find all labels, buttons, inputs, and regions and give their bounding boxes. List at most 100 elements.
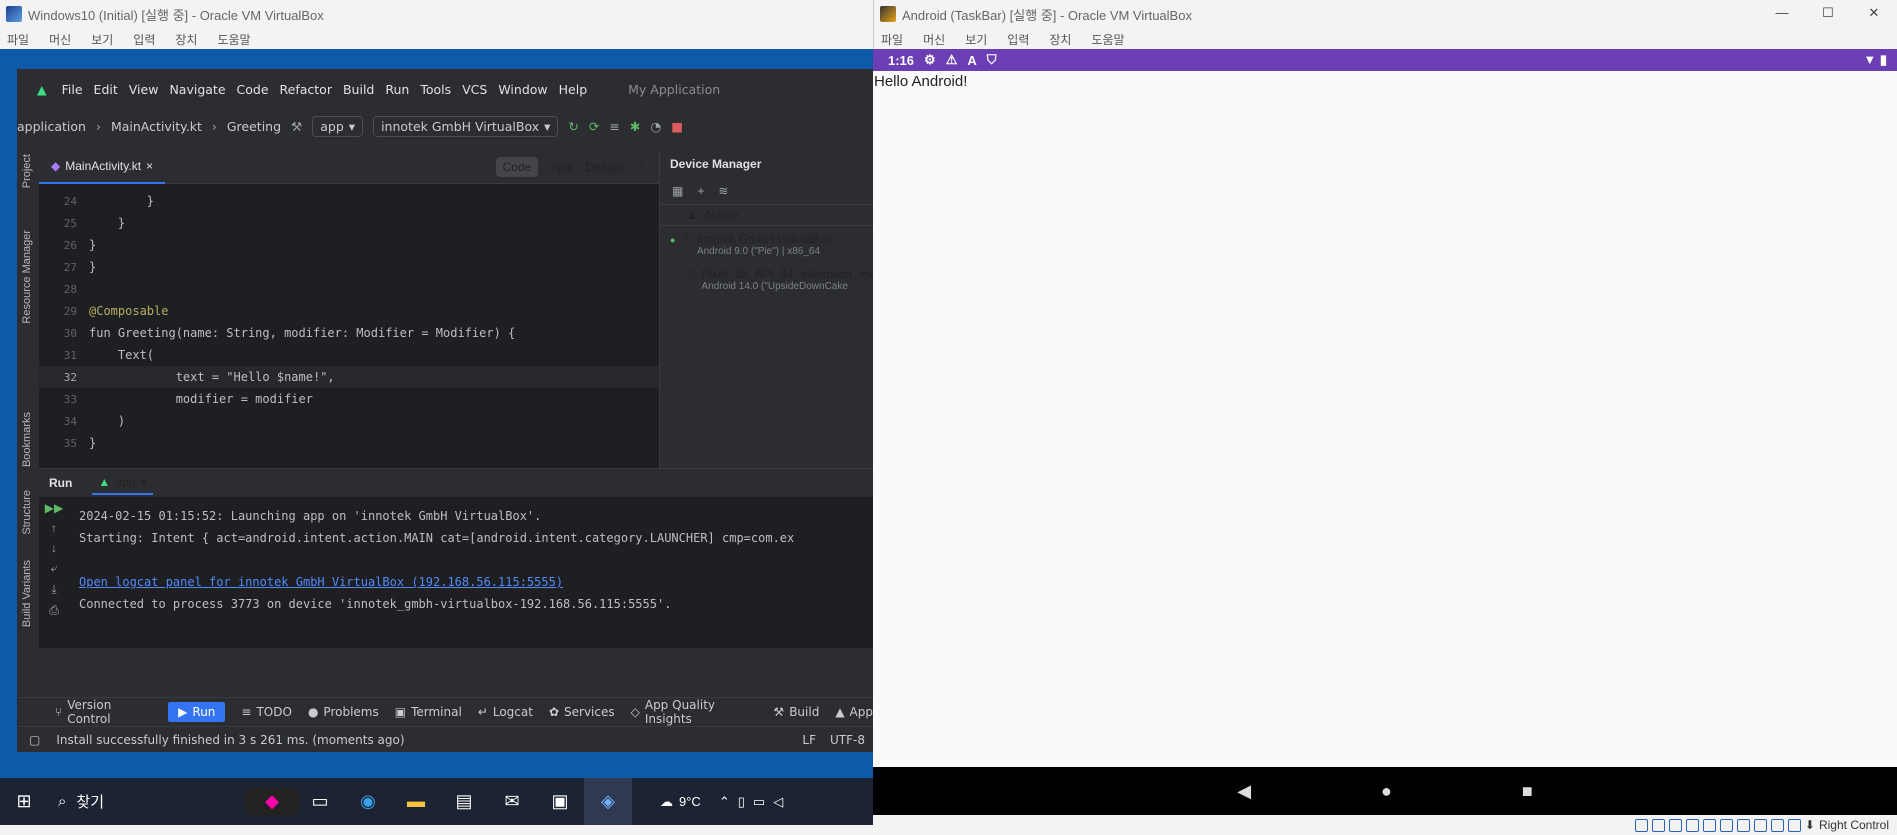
start-icon[interactable]: ⊞ (0, 778, 48, 825)
scroll-end-icon[interactable]: ⤓ (51, 582, 56, 597)
hammer-icon[interactable]: ⚒ (291, 119, 302, 134)
tool-run[interactable]: ▶ Run (168, 702, 226, 722)
audio-icon[interactable] (1668, 818, 1682, 832)
tool-build[interactable]: ⚒ Build (773, 705, 819, 719)
tool-terminal[interactable]: ▣ Terminal (395, 705, 462, 719)
stop-icon[interactable]: ■ (671, 119, 683, 134)
network-icon[interactable]: ▭ (753, 794, 765, 810)
studio-menu-window[interactable]: Window (498, 82, 547, 97)
status-encoding[interactable]: UTF-8 (830, 733, 865, 747)
status-line-separator[interactable]: LF (802, 733, 816, 747)
cpu-icon[interactable] (1770, 818, 1784, 832)
tray-app-icon[interactable]: ▯ (738, 794, 745, 810)
chevron-up-icon[interactable]: ⌃ (719, 794, 730, 810)
close-icon[interactable]: × (146, 159, 153, 173)
breadcrumb-function[interactable]: Greeting (227, 119, 281, 134)
studio-menu-refactor[interactable]: Refactor (280, 82, 332, 97)
debug-icon[interactable]: ✱ (630, 119, 640, 134)
terminal-icon[interactable]: ▣ (536, 778, 584, 825)
profile-icon[interactable]: ◔ (650, 119, 661, 134)
tool-project[interactable]: Project (21, 154, 33, 188)
tool-app-quality[interactable]: ◇ App Quality Insights (631, 698, 758, 726)
mode-split[interactable]: Split (550, 160, 573, 174)
menu-devices[interactable]: 장치 (1049, 31, 1071, 48)
tool-version-control[interactable]: ⑂ Version Control (55, 698, 152, 726)
wifi-icon[interactable]: ≋ (718, 184, 728, 198)
studio-menu-code[interactable]: Code (237, 82, 269, 97)
android-studio-taskbar-icon[interactable]: ◈ (584, 778, 632, 825)
tool-app[interactable]: ▲ App (835, 705, 873, 719)
studio-menu-vcs[interactable]: VCS (462, 82, 487, 97)
studio-menu-view[interactable]: View (129, 82, 159, 97)
task-view-icon[interactable]: ▭ (296, 778, 344, 825)
device-row[interactable]: ▯ Pixel_3a_API_34_extension_leve Android… (660, 257, 873, 292)
scroll-down-icon[interactable]: ↓ (51, 541, 57, 555)
close-icon[interactable]: ✕ (1851, 0, 1897, 28)
usb-icon[interactable] (1702, 818, 1716, 832)
device-selector[interactable]: innotek GmbH VirtualBox ▾ (373, 115, 559, 137)
menu-input[interactable]: 입력 (133, 31, 155, 48)
menu-input[interactable]: 입력 (1007, 31, 1029, 48)
list-icon[interactable]: ≡ (609, 119, 619, 134)
tool-structure[interactable]: Structure (21, 490, 33, 535)
panel-toggle-icon[interactable]: ▢ (29, 733, 40, 747)
home-icon[interactable]: ● (1381, 781, 1392, 802)
grid-icon[interactable]: ▦ (672, 184, 683, 198)
apply-changes-icon[interactable]: ⟳ (589, 119, 599, 134)
run-tab-app[interactable]: ▲ app × (92, 471, 154, 495)
scroll-up-icon[interactable]: ↑ (51, 521, 57, 535)
hdd-icon[interactable] (1634, 818, 1648, 832)
menu-machine[interactable]: 머신 (923, 31, 945, 48)
menu-file[interactable]: 파일 (881, 31, 903, 48)
menu-view[interactable]: 보기 (965, 31, 987, 48)
optical-icon[interactable] (1651, 818, 1665, 832)
menu-view[interactable]: 보기 (91, 31, 113, 48)
menu-devices[interactable]: 장치 (175, 31, 197, 48)
display-icon[interactable] (1736, 818, 1750, 832)
recording-icon[interactable] (1753, 818, 1767, 832)
studio-menu-edit[interactable]: Edit (94, 82, 118, 97)
volume-icon[interactable]: ◁ (773, 794, 783, 810)
print-icon[interactable]: ⎙ (49, 603, 59, 618)
rerun-icon[interactable]: ↻ (568, 119, 578, 134)
soft-wrap-icon[interactable]: ⤶ (51, 561, 58, 576)
studio-menu-run[interactable]: Run (385, 82, 409, 97)
minimize-icon[interactable]: — (1759, 0, 1805, 28)
mode-code[interactable]: Code (495, 156, 539, 177)
recents-icon[interactable]: ■ (1522, 781, 1533, 802)
studio-menu-help[interactable]: Help (559, 82, 588, 97)
network-icon[interactable] (1685, 818, 1699, 832)
breadcrumb-file[interactable]: MainActivity.kt (111, 119, 202, 134)
tool-resource-manager[interactable]: Resource Manager (21, 230, 33, 324)
menu-machine[interactable]: 머신 (49, 31, 71, 48)
tool-problems[interactable]: ● Problems (308, 705, 379, 719)
close-icon[interactable]: × (140, 475, 147, 489)
more-vert-icon[interactable]: ⋮ (635, 160, 647, 174)
menu-help[interactable]: 도움말 (1091, 31, 1124, 48)
studio-menu-navigate[interactable]: Navigate (169, 82, 225, 97)
weather-widget[interactable]: ☁ 9°C (660, 794, 701, 810)
add-icon[interactable]: + (697, 184, 704, 198)
breadcrumb-project[interactable]: application (17, 119, 86, 134)
studio-menu-build[interactable]: Build (343, 82, 374, 97)
taskbar-search[interactable]: ⌕ 찾기 (48, 778, 248, 825)
studio-menu-tools[interactable]: Tools (420, 82, 451, 97)
run-config-selector[interactable]: app ▾ (312, 115, 364, 137)
menu-help[interactable]: 도움말 (217, 31, 250, 48)
code-editor[interactable]: ◆ MainActivity.kt × Code Split Design ⋮ … (39, 150, 659, 468)
device-column-name[interactable]: Name (706, 208, 738, 222)
copilot-icon[interactable]: ◆ (243, 778, 301, 825)
menu-file[interactable]: 파일 (7, 31, 29, 48)
device-row[interactable]: ● ▯ innotek GmbH VirtualBox Android 9.0 … (660, 226, 873, 257)
store-icon[interactable]: ▤ (440, 778, 488, 825)
shared-folder-icon[interactable] (1719, 818, 1733, 832)
file-explorer-icon[interactable]: ▬ (392, 778, 440, 825)
mail-icon[interactable]: ✉ (488, 778, 536, 825)
tool-services[interactable]: ✿ Services (549, 705, 615, 719)
android-screen[interactable]: Hello Android! (873, 71, 1897, 767)
maximize-icon[interactable]: ☐ (1805, 0, 1851, 28)
tool-logcat[interactable]: ↵ Logcat (478, 705, 533, 719)
back-icon[interactable]: ◀ (1237, 781, 1251, 802)
tool-todo[interactable]: ≡ TODO (241, 705, 292, 719)
tool-bookmarks[interactable]: Bookmarks (21, 412, 33, 467)
